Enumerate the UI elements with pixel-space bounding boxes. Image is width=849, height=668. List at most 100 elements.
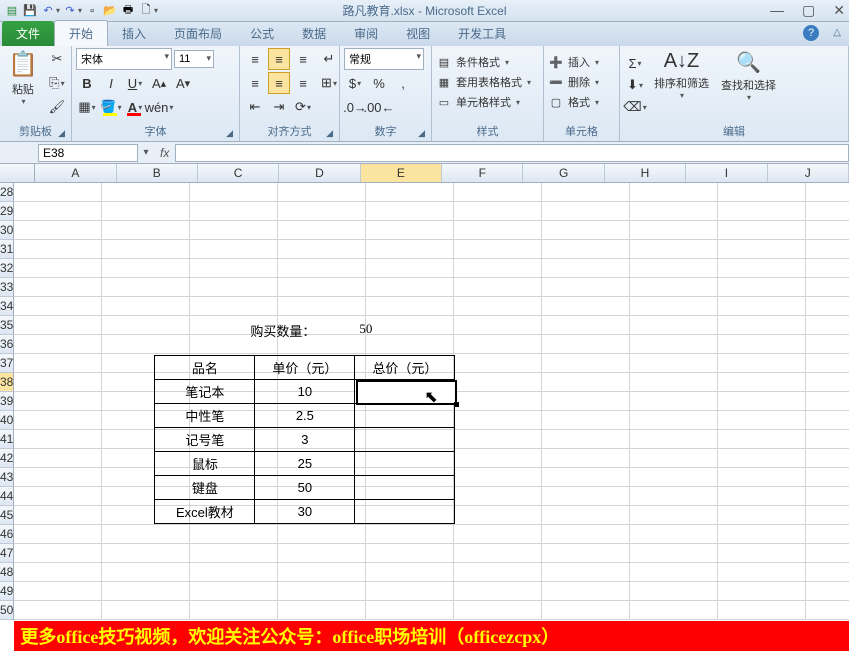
- row-header[interactable]: 38: [0, 373, 14, 392]
- cell[interactable]: [14, 601, 102, 620]
- paste-button[interactable]: 📋 粘贴 ▾: [4, 48, 42, 108]
- bold-button[interactable]: B: [76, 72, 98, 94]
- cell[interactable]: [14, 373, 102, 392]
- align-top-icon[interactable]: ≡: [244, 48, 266, 70]
- cell[interactable]: [190, 202, 278, 221]
- cell[interactable]: [454, 392, 542, 411]
- grow-font-icon[interactable]: A▴: [148, 72, 170, 94]
- cell[interactable]: [806, 487, 849, 506]
- cell[interactable]: [542, 354, 630, 373]
- conditional-format-button[interactable]: ▤条件格式▾: [436, 52, 531, 72]
- cell[interactable]: [718, 335, 806, 354]
- fill-icon[interactable]: ⬇▾: [624, 74, 646, 96]
- phonetic-button[interactable]: wén▾: [148, 96, 170, 118]
- cell[interactable]: [14, 202, 102, 221]
- cell[interactable]: [454, 221, 542, 240]
- cell[interactable]: [454, 430, 542, 449]
- cell[interactable]: [718, 221, 806, 240]
- cell[interactable]: [102, 202, 190, 221]
- cell[interactable]: [190, 544, 278, 563]
- cell[interactable]: [806, 582, 849, 601]
- italic-button[interactable]: I: [100, 72, 122, 94]
- row-header[interactable]: 50: [0, 601, 14, 620]
- row-header[interactable]: 32: [0, 259, 14, 278]
- cell[interactable]: [806, 411, 849, 430]
- font-launcher-icon[interactable]: ◢: [226, 128, 233, 139]
- cell[interactable]: [14, 278, 102, 297]
- cell[interactable]: [806, 240, 849, 259]
- cell[interactable]: [14, 183, 102, 202]
- cell[interactable]: [366, 601, 454, 620]
- cells-grid[interactable]: 购买数量：50 品名 单价（元） 总价（元） 笔记本10 中性笔2.5 记号笔3…: [14, 183, 849, 620]
- cell[interactable]: [102, 183, 190, 202]
- cell[interactable]: [454, 354, 542, 373]
- cell[interactable]: [630, 221, 718, 240]
- col-header[interactable]: I: [686, 164, 767, 182]
- tab-insert[interactable]: 插入: [108, 21, 160, 46]
- tab-formulas[interactable]: 公式: [236, 21, 288, 46]
- indent-dec-icon[interactable]: ⇤: [244, 96, 266, 118]
- cell[interactable]: [806, 335, 849, 354]
- format-painter-icon[interactable]: 🖌: [46, 96, 68, 118]
- cell[interactable]: [278, 183, 366, 202]
- cell[interactable]: [542, 544, 630, 563]
- print-icon[interactable]: 🗋: [138, 3, 154, 19]
- tab-view[interactable]: 视图: [392, 21, 444, 46]
- col-header[interactable]: A: [35, 164, 116, 182]
- redo-icon[interactable]: ↷: [62, 3, 78, 19]
- cell[interactable]: [630, 525, 718, 544]
- sort-filter-button[interactable]: A↓Z 排序和筛选▾: [650, 48, 713, 102]
- cell[interactable]: [542, 221, 630, 240]
- cell[interactable]: [14, 392, 102, 411]
- cell[interactable]: [190, 221, 278, 240]
- row-header[interactable]: 40: [0, 411, 14, 430]
- cell[interactable]: [542, 487, 630, 506]
- cell[interactable]: [718, 202, 806, 221]
- cell[interactable]: [14, 259, 102, 278]
- cell[interactable]: [806, 183, 849, 202]
- new-icon[interactable]: ▫: [84, 3, 100, 19]
- shrink-font-icon[interactable]: A▾: [172, 72, 194, 94]
- cell[interactable]: [630, 506, 718, 525]
- tab-review[interactable]: 审阅: [340, 21, 392, 46]
- merge-center-icon[interactable]: ⊞▾: [318, 72, 340, 94]
- number-format-combo[interactable]: 常规: [344, 48, 424, 70]
- cell[interactable]: [190, 259, 278, 278]
- border-button[interactable]: ▦▾: [76, 96, 98, 118]
- cell[interactable]: [454, 544, 542, 563]
- tab-layout[interactable]: 页面布局: [160, 21, 236, 46]
- row-header[interactable]: 28: [0, 183, 14, 202]
- cell[interactable]: [630, 316, 718, 335]
- cell[interactable]: [14, 449, 102, 468]
- cell[interactable]: [718, 563, 806, 582]
- cell[interactable]: [278, 221, 366, 240]
- cell[interactable]: [542, 373, 630, 392]
- cell[interactable]: [806, 278, 849, 297]
- row-header[interactable]: 33: [0, 278, 14, 297]
- cell[interactable]: [366, 259, 454, 278]
- format-as-table-button[interactable]: ▦套用表格格式▾: [436, 72, 531, 92]
- cell[interactable]: [806, 221, 849, 240]
- align-right-icon[interactable]: ≡: [292, 72, 314, 94]
- align-middle-icon[interactable]: ≡: [268, 48, 290, 70]
- cell[interactable]: [718, 411, 806, 430]
- cell[interactable]: [542, 392, 630, 411]
- clipboard-launcher-icon[interactable]: ◢: [58, 128, 65, 139]
- cell[interactable]: [718, 316, 806, 335]
- cell[interactable]: [542, 506, 630, 525]
- cell[interactable]: [806, 373, 849, 392]
- cell[interactable]: [454, 449, 542, 468]
- save-icon[interactable]: 💾: [22, 3, 38, 19]
- cell[interactable]: [454, 487, 542, 506]
- cell[interactable]: [14, 430, 102, 449]
- cell[interactable]: [542, 335, 630, 354]
- formula-input[interactable]: [175, 144, 849, 162]
- cell[interactable]: [366, 202, 454, 221]
- cell[interactable]: [14, 563, 102, 582]
- insert-cells-button[interactable]: ➕插入▾: [548, 52, 599, 72]
- cell[interactable]: [366, 563, 454, 582]
- cell[interactable]: [630, 278, 718, 297]
- tab-data[interactable]: 数据: [288, 21, 340, 46]
- cell[interactable]: [14, 487, 102, 506]
- fill-handle[interactable]: [454, 402, 459, 407]
